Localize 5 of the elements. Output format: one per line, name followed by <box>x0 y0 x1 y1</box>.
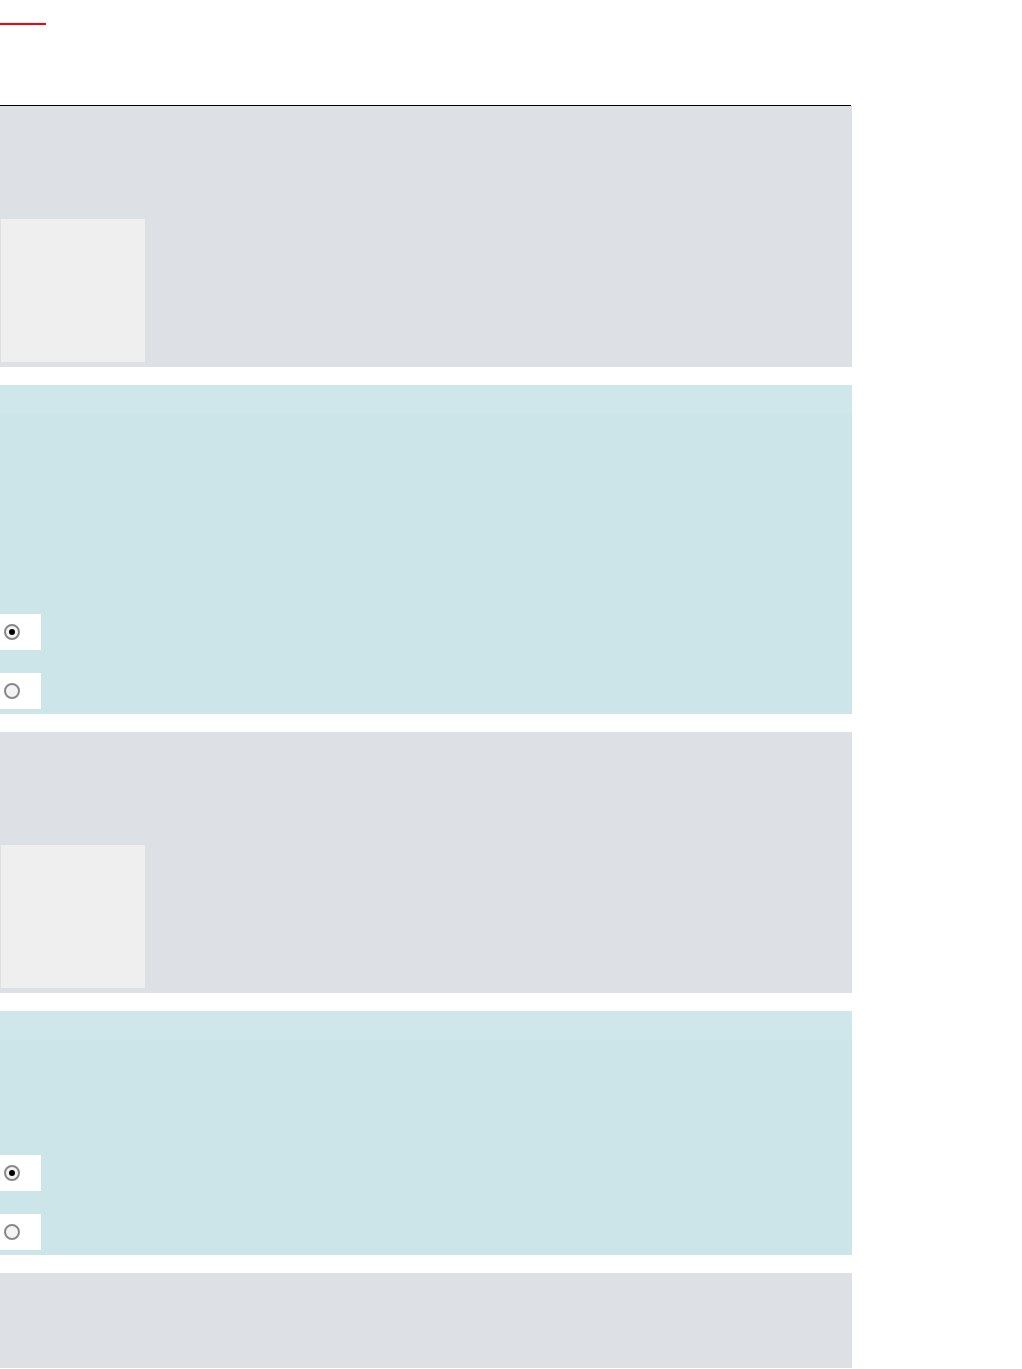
radio-button[interactable] <box>2 622 22 642</box>
radio-button[interactable] <box>2 681 22 701</box>
radio-button[interactable] <box>2 1222 22 1242</box>
accent-rule <box>0 23 46 25</box>
radio-button[interactable] <box>2 1163 22 1183</box>
